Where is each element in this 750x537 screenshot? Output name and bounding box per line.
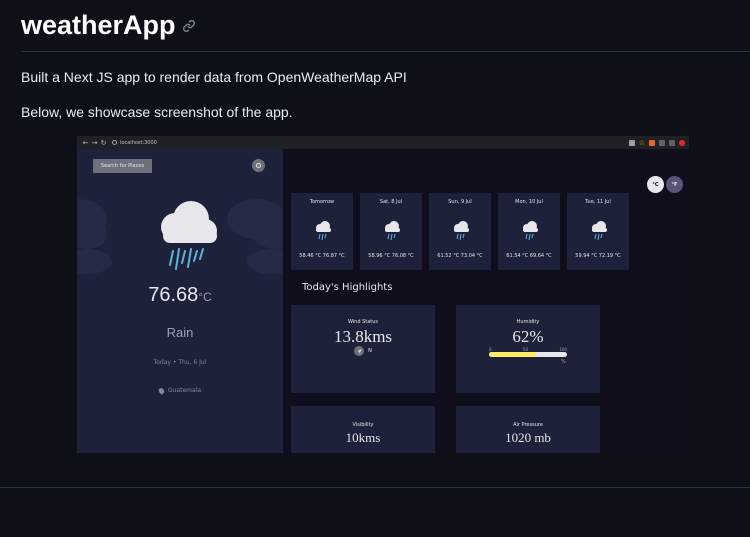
address-bar[interactable]: localhost:3000 <box>112 138 629 147</box>
wind-direction-label: N <box>368 348 372 354</box>
humidity-progress-bar <box>489 352 567 357</box>
sidebar-icon[interactable] <box>669 139 675 146</box>
back-arrow-icon[interactable]: ← <box>81 139 90 147</box>
visibility-value: 10kms <box>345 430 381 445</box>
wind-value: 13.8kms <box>333 327 393 346</box>
air-pressure-label: Air Pressure <box>513 422 543 428</box>
rain-cloud-icon <box>592 221 607 241</box>
humidity-value: 62% <box>512 327 544 346</box>
location-icon[interactable] <box>252 159 265 172</box>
star-icon[interactable]: ☆ <box>639 139 645 146</box>
humidity-progress-fill <box>489 352 538 357</box>
background-cloud <box>77 249 112 274</box>
air-pressure-card: Air Pressure 1020 mb <box>456 406 600 453</box>
address-bar-url: localhost:3000 <box>120 139 157 146</box>
wind-direction: N <box>291 346 435 356</box>
wind-status-card: Wind Status 13.8kms N <box>291 305 435 393</box>
forecast-day: Tue, 11 Jul <box>585 199 611 205</box>
forecast-range: 58.46 °C 76.87 °C <box>299 253 345 259</box>
forecast-day: Tomorrow <box>309 199 335 205</box>
browser-toolbar: ← → ↻ localhost:3000 ☆ <box>77 136 689 149</box>
current-temperature: 76.68°C <box>77 284 283 307</box>
highlights-title: Today's Highlights <box>302 282 393 293</box>
share-icon[interactable] <box>628 139 635 146</box>
temperature-unit: °C <box>198 290 212 304</box>
humidity-label: Humidity <box>516 319 540 325</box>
weather-condition: Rain <box>166 325 194 340</box>
current-location: Guatemala <box>77 386 283 395</box>
forecast-card: Sat, 8 Jul 58.96 °C 76.08 °C <box>360 193 422 270</box>
forecast-card: Tue, 11 Jul 59.94 °C 72.19 °C <box>567 193 629 270</box>
extension-icon[interactable] <box>649 139 655 146</box>
profile-avatar[interactable] <box>679 139 685 146</box>
air-pressure-value: 1020 mb <box>505 430 551 445</box>
current-date: Today • Thu, 6 Jul <box>153 359 207 366</box>
map-pin-icon <box>157 386 166 395</box>
forecast-day: Mon, 10 Jul <box>515 199 543 205</box>
readme-paragraph-2: Below, we showcase screenshot of the app… <box>21 104 293 120</box>
readme-title-text: weatherApp <box>21 10 176 40</box>
navigation-arrow-icon <box>354 346 365 356</box>
footer-divider <box>0 487 750 488</box>
readme-paragraph-1: Built a Next JS app to render data from … <box>21 69 407 85</box>
forecast-card: Mon, 10 Jul 61.54 °C 69.64 °C <box>498 193 560 270</box>
puzzle-icon[interactable] <box>659 139 665 146</box>
humidity-percent-sign: % <box>561 359 566 365</box>
forward-arrow-icon[interactable]: → <box>90 139 99 147</box>
visibility-card: Visibility 10kms <box>291 406 435 453</box>
search-places-button[interactable]: Search for Places <box>93 159 152 173</box>
rain-cloud-icon <box>523 221 538 241</box>
forecast-range: 61.54 °C 69.64 °C <box>506 253 552 259</box>
rain-cloud-icon <box>385 221 400 241</box>
forecast-day: Sun, 9 Jul <box>448 199 472 205</box>
humidity-card: Humidity 62% 0 50 100 % <box>456 305 600 393</box>
link-icon[interactable] <box>182 19 196 33</box>
temperature-value: 76.68 <box>148 284 199 306</box>
celsius-toggle[interactable]: °C <box>647 176 664 193</box>
forecast-range: 58.96 °C 76.08 °C <box>368 253 414 259</box>
forecast-card: Sun, 9 Jul 61.52 °C 73.04 °C <box>429 193 491 270</box>
rain-cloud-icon <box>454 221 469 241</box>
rain-cloud-icon <box>161 201 217 270</box>
background-cloud <box>247 249 283 274</box>
fahrenheit-toggle[interactable]: °F <box>666 176 683 193</box>
readme-title: weatherApp <box>21 10 196 41</box>
rain-cloud-icon <box>316 221 331 241</box>
wind-label: Wind Status <box>347 319 379 325</box>
location-name: Guatemala <box>167 387 202 394</box>
info-icon <box>112 140 117 145</box>
reload-icon[interactable]: ↻ <box>99 139 108 147</box>
app-screenshot: ← → ↻ localhost:3000 ☆ Search for Places <box>77 136 689 453</box>
weather-sidebar: Search for Places 76.68°C Rain Today • T… <box>77 149 283 453</box>
forecast-range: 61.52 °C 73.04 °C <box>437 253 483 259</box>
forecast-day: Sat, 8 Jul <box>379 199 403 205</box>
forecast-card: Tomorrow 58.46 °C 76.87 °C <box>291 193 353 270</box>
header-divider <box>21 51 750 52</box>
visibility-label: Visibility <box>352 422 374 428</box>
forecast-range: 59.94 °C 72.19 °C <box>575 253 621 259</box>
extension-tray: ☆ <box>628 139 685 146</box>
